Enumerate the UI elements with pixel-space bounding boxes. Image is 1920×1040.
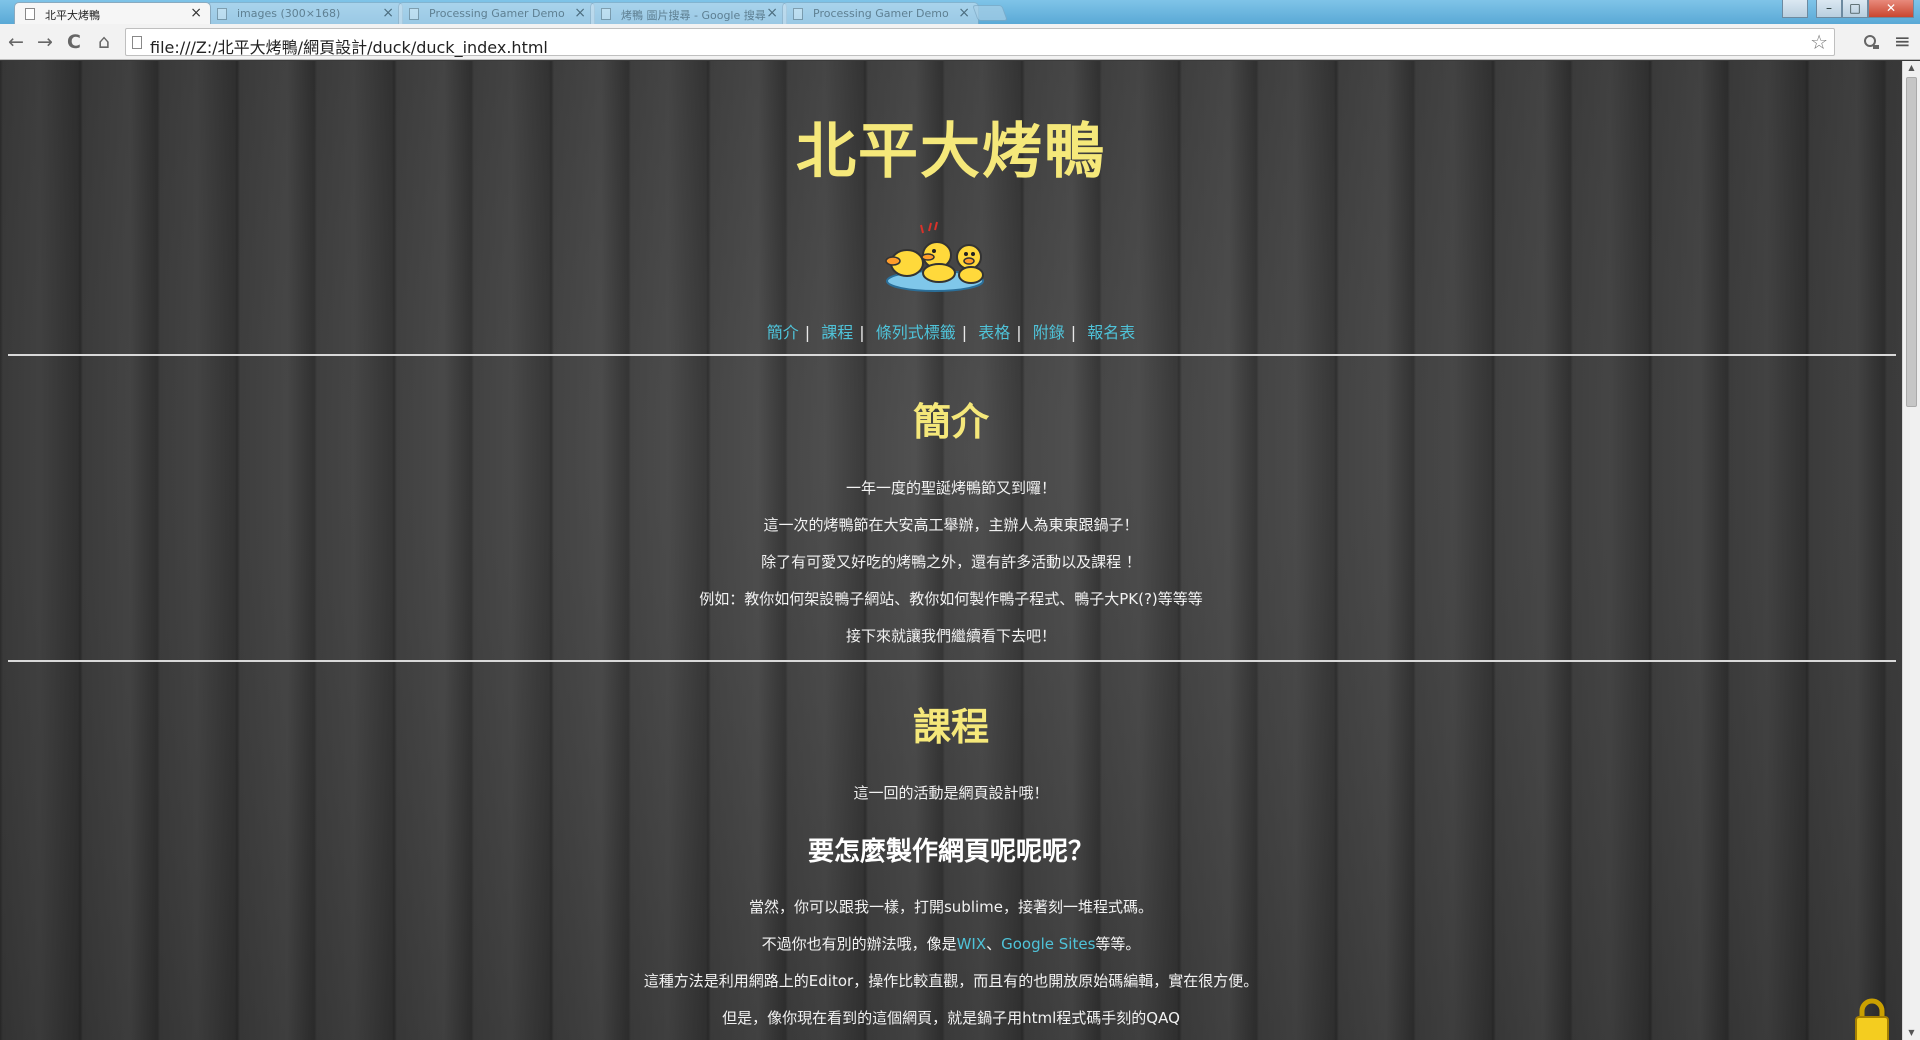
intro-line: 例如：教你如何架設鴨子網站、教你如何製作鴨子程式、鴨子大PK(?)等等等 xyxy=(699,590,1203,608)
nav-separator: | xyxy=(859,323,865,342)
page-icon xyxy=(217,8,227,20)
scroll-down-button[interactable]: ▼ xyxy=(1903,1026,1920,1040)
course-text: 不過你也有別的辦法哦，像是 xyxy=(761,935,957,953)
minimize-button[interactable]: – xyxy=(1816,0,1842,18)
course-text: 、 xyxy=(986,935,1002,953)
nav-separator: | xyxy=(804,323,811,342)
intro-heading: 簡介 xyxy=(912,400,989,444)
tab-label: images (300×168) xyxy=(237,7,341,20)
course-line: 這種方法是利用網路上的Editor，操作比較直觀，而且有的也開放原始碼編輯，實在… xyxy=(643,972,1259,990)
course-line: 當然，你可以跟我一樣，打開sublime，接著刻一堆程式碼。 xyxy=(748,898,1154,916)
wix-link[interactable]: WIX xyxy=(957,935,987,953)
nav-link-course[interactable]: 課程 xyxy=(821,323,853,342)
tab-close-icon[interactable]: × xyxy=(574,5,586,21)
divider xyxy=(8,660,1896,662)
home-icon[interactable]: ⌂ xyxy=(92,30,116,54)
nav-separator: | xyxy=(1016,323,1022,342)
page-viewport: 北平大烤鴨 簡介 | 課程 | 條列式標籤 | 表格 | 附錄 | 報名表 簡介 一年一度… xyxy=(0,61,1902,1040)
course-line: 但是，像你現在看到的這個網頁，就是鍋子用html程式碼手刻的QAQ xyxy=(722,1009,1180,1027)
maximize-button[interactable]: □ xyxy=(1842,0,1868,18)
back-arrow-icon[interactable]: ← xyxy=(4,30,28,54)
tab-processing-1[interactable]: Processing Gamer Demo × xyxy=(398,2,595,24)
page-icon xyxy=(409,8,419,20)
browser-toolbar: ← → C ⌂ file:///Z:/北平大烤鴨/網頁設計/duck/duck_… xyxy=(0,24,1920,60)
lock-icon xyxy=(1855,998,1889,1040)
nav-separator: | xyxy=(1070,323,1077,342)
tab-google-search[interactable]: 烤鴨 圖片搜尋 - Google 搜尋 × xyxy=(590,2,787,24)
intro-line: 一年一度的聖誕烤鴨節又到囉！ xyxy=(845,479,1056,497)
browser-titlebar: 北平大烤鴨 × images (300×168) × Processing Ga… xyxy=(0,0,1920,24)
intro-line: 除了有可愛又好吃的烤鴨之外，還有許多活動以及課程 ！ xyxy=(761,553,1141,571)
nav-separator: | xyxy=(961,323,968,342)
close-window-button[interactable]: ✕ xyxy=(1868,0,1914,18)
tab-label: 北平大烤鴨 xyxy=(45,9,100,22)
url-text[interactable]: file:///Z:/北平大烤鴨/網頁設計/duck/duck_index.ht… xyxy=(150,34,548,58)
page-icon xyxy=(601,8,611,20)
nav-link-list-tags[interactable]: 條列式標籤 xyxy=(876,323,956,342)
bookmark-star-icon[interactable]: ☆ xyxy=(1810,30,1828,54)
tab-close-icon[interactable]: × xyxy=(958,5,970,21)
page-icon xyxy=(132,36,142,49)
course-subheading: 要怎麼製作網頁呢呢呢？ xyxy=(807,837,1094,867)
tab-processing-2[interactable]: Processing Gamer Demo × xyxy=(782,2,979,24)
forward-arrow-icon[interactable]: → xyxy=(33,30,57,54)
address-bar[interactable]: file:///Z:/北平大烤鴨/網頁設計/duck/duck_index.ht… xyxy=(125,28,1835,58)
tab-label: Processing Gamer Demo xyxy=(813,7,949,20)
tab-label: Processing Gamer Demo xyxy=(429,7,565,20)
vertical-scrollbar[interactable]: ▲ ▼ xyxy=(1902,61,1920,1040)
nav-link-signup-form[interactable]: 報名表 xyxy=(1087,323,1135,342)
nav-link-table[interactable]: 表格 xyxy=(978,323,1010,342)
nav-link-intro[interactable]: 簡介 xyxy=(767,323,799,342)
google-sites-link[interactable]: Google Sites xyxy=(1001,935,1095,953)
tab-close-icon[interactable]: × xyxy=(382,5,394,21)
intro-line: 接下來就讓我們繼續看下去吧！ xyxy=(845,627,1056,645)
tab-label: 烤鴨 圖片搜尋 - Google 搜尋 xyxy=(621,9,766,22)
tab-active[interactable]: 北平大烤鴨 × xyxy=(14,2,211,24)
course-line-links: 不過你也有別的辦法哦，像是WIX、Google Sites等等。 xyxy=(0,933,1902,954)
main-nav: 簡介 | 課程 | 條列式標籤 | 表格 | 附錄 | 報名表 xyxy=(0,319,1902,343)
scroll-up-button[interactable]: ▲ xyxy=(1903,61,1920,75)
page-title: 北平大烤鴨 xyxy=(796,117,1106,187)
new-tab-button[interactable] xyxy=(972,5,1008,21)
course-heading: 課程 xyxy=(912,705,989,749)
course-line: 這一回的活動是網頁設計哦！ xyxy=(853,784,1049,802)
course-text: 等等。 xyxy=(1095,935,1141,953)
page-icon xyxy=(25,8,35,20)
nav-link-appendix[interactable]: 附錄 xyxy=(1033,323,1065,342)
intro-line: 這一次的烤鴨節在大安高工舉辦，主辦人為東東跟鍋子！ xyxy=(763,516,1139,534)
scroll-thumb[interactable] xyxy=(1906,77,1917,407)
tab-images[interactable]: images (300×168) × xyxy=(206,2,403,24)
extension-icon[interactable] xyxy=(1862,33,1880,55)
tab-close-icon[interactable]: × xyxy=(190,5,202,21)
profile-button[interactable] xyxy=(1782,0,1808,18)
divider xyxy=(8,354,1896,356)
page-icon xyxy=(793,8,803,20)
tab-close-icon[interactable]: × xyxy=(766,5,778,21)
reload-icon[interactable]: C xyxy=(62,30,86,54)
menu-icon[interactable]: ≡ xyxy=(1894,29,1911,53)
duck-logo-icon xyxy=(885,221,984,292)
